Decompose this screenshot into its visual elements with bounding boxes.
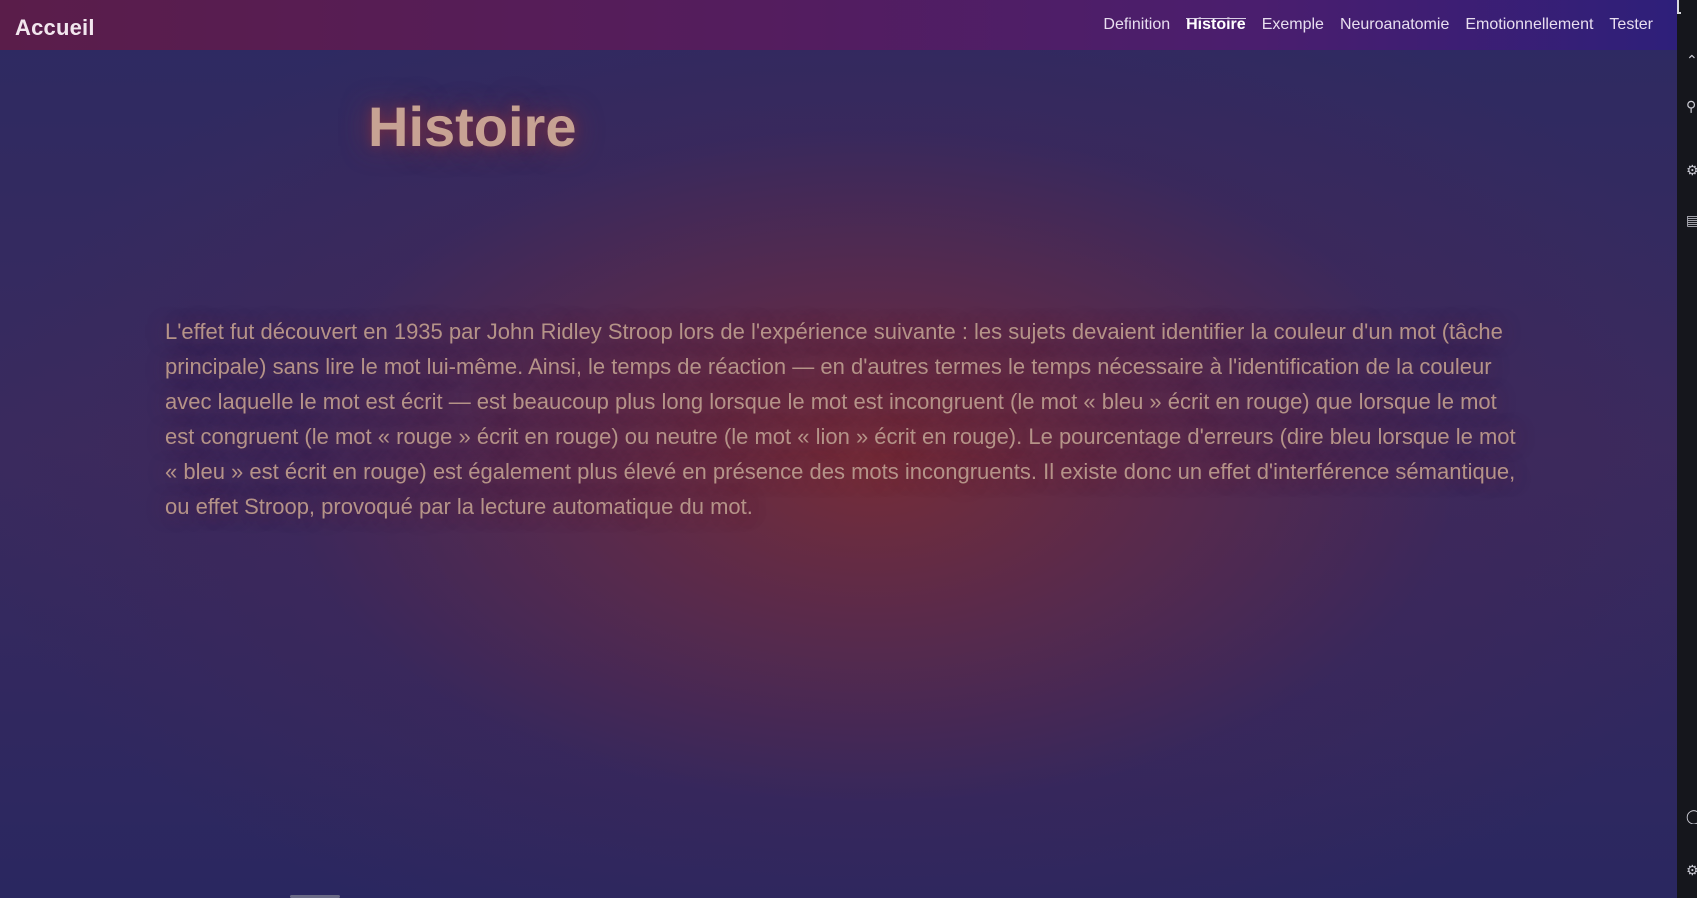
history-paragraph: L'effet fut découvert en 1935 par John R…: [165, 319, 1516, 519]
extensions-icon[interactable]: ⚙: [1686, 864, 1697, 878]
nav-item-exemple[interactable]: Exemple: [1254, 0, 1332, 50]
nav-item-tester[interactable]: Tester: [1601, 0, 1661, 50]
nav-item-histoire[interactable]: Histoire: [1178, 0, 1254, 50]
browser-side-panel: ⌃ ⚲ ⚙ ▤ ◯ ⚙: [1677, 0, 1697, 898]
layout-icon[interactable]: ▤: [1686, 214, 1697, 228]
page-viewport: Accueil Definition Histoire Exemple Neur…: [0, 0, 1677, 898]
main-nav: Definition Histoire Exemple Neuroanatomi…: [1095, 0, 1661, 50]
top-navbar: Accueil Definition Histoire Exemple Neur…: [0, 0, 1677, 50]
nav-item-definition[interactable]: Definition: [1095, 0, 1178, 50]
settings-icon[interactable]: ⚙: [1686, 164, 1697, 178]
home-link[interactable]: Accueil: [15, 15, 95, 41]
help-icon[interactable]: ◯: [1686, 810, 1697, 824]
share-icon[interactable]: ⚲: [1686, 100, 1697, 114]
collapse-icon[interactable]: ⌃: [1686, 54, 1697, 68]
nav-item-neuroanatomie[interactable]: Neuroanatomie: [1332, 0, 1457, 50]
nav-item-emotionnellement[interactable]: Emotionnellement: [1457, 0, 1601, 50]
page-title: Histoire: [368, 95, 577, 158]
side-panel-frame: [1677, 0, 1681, 14]
